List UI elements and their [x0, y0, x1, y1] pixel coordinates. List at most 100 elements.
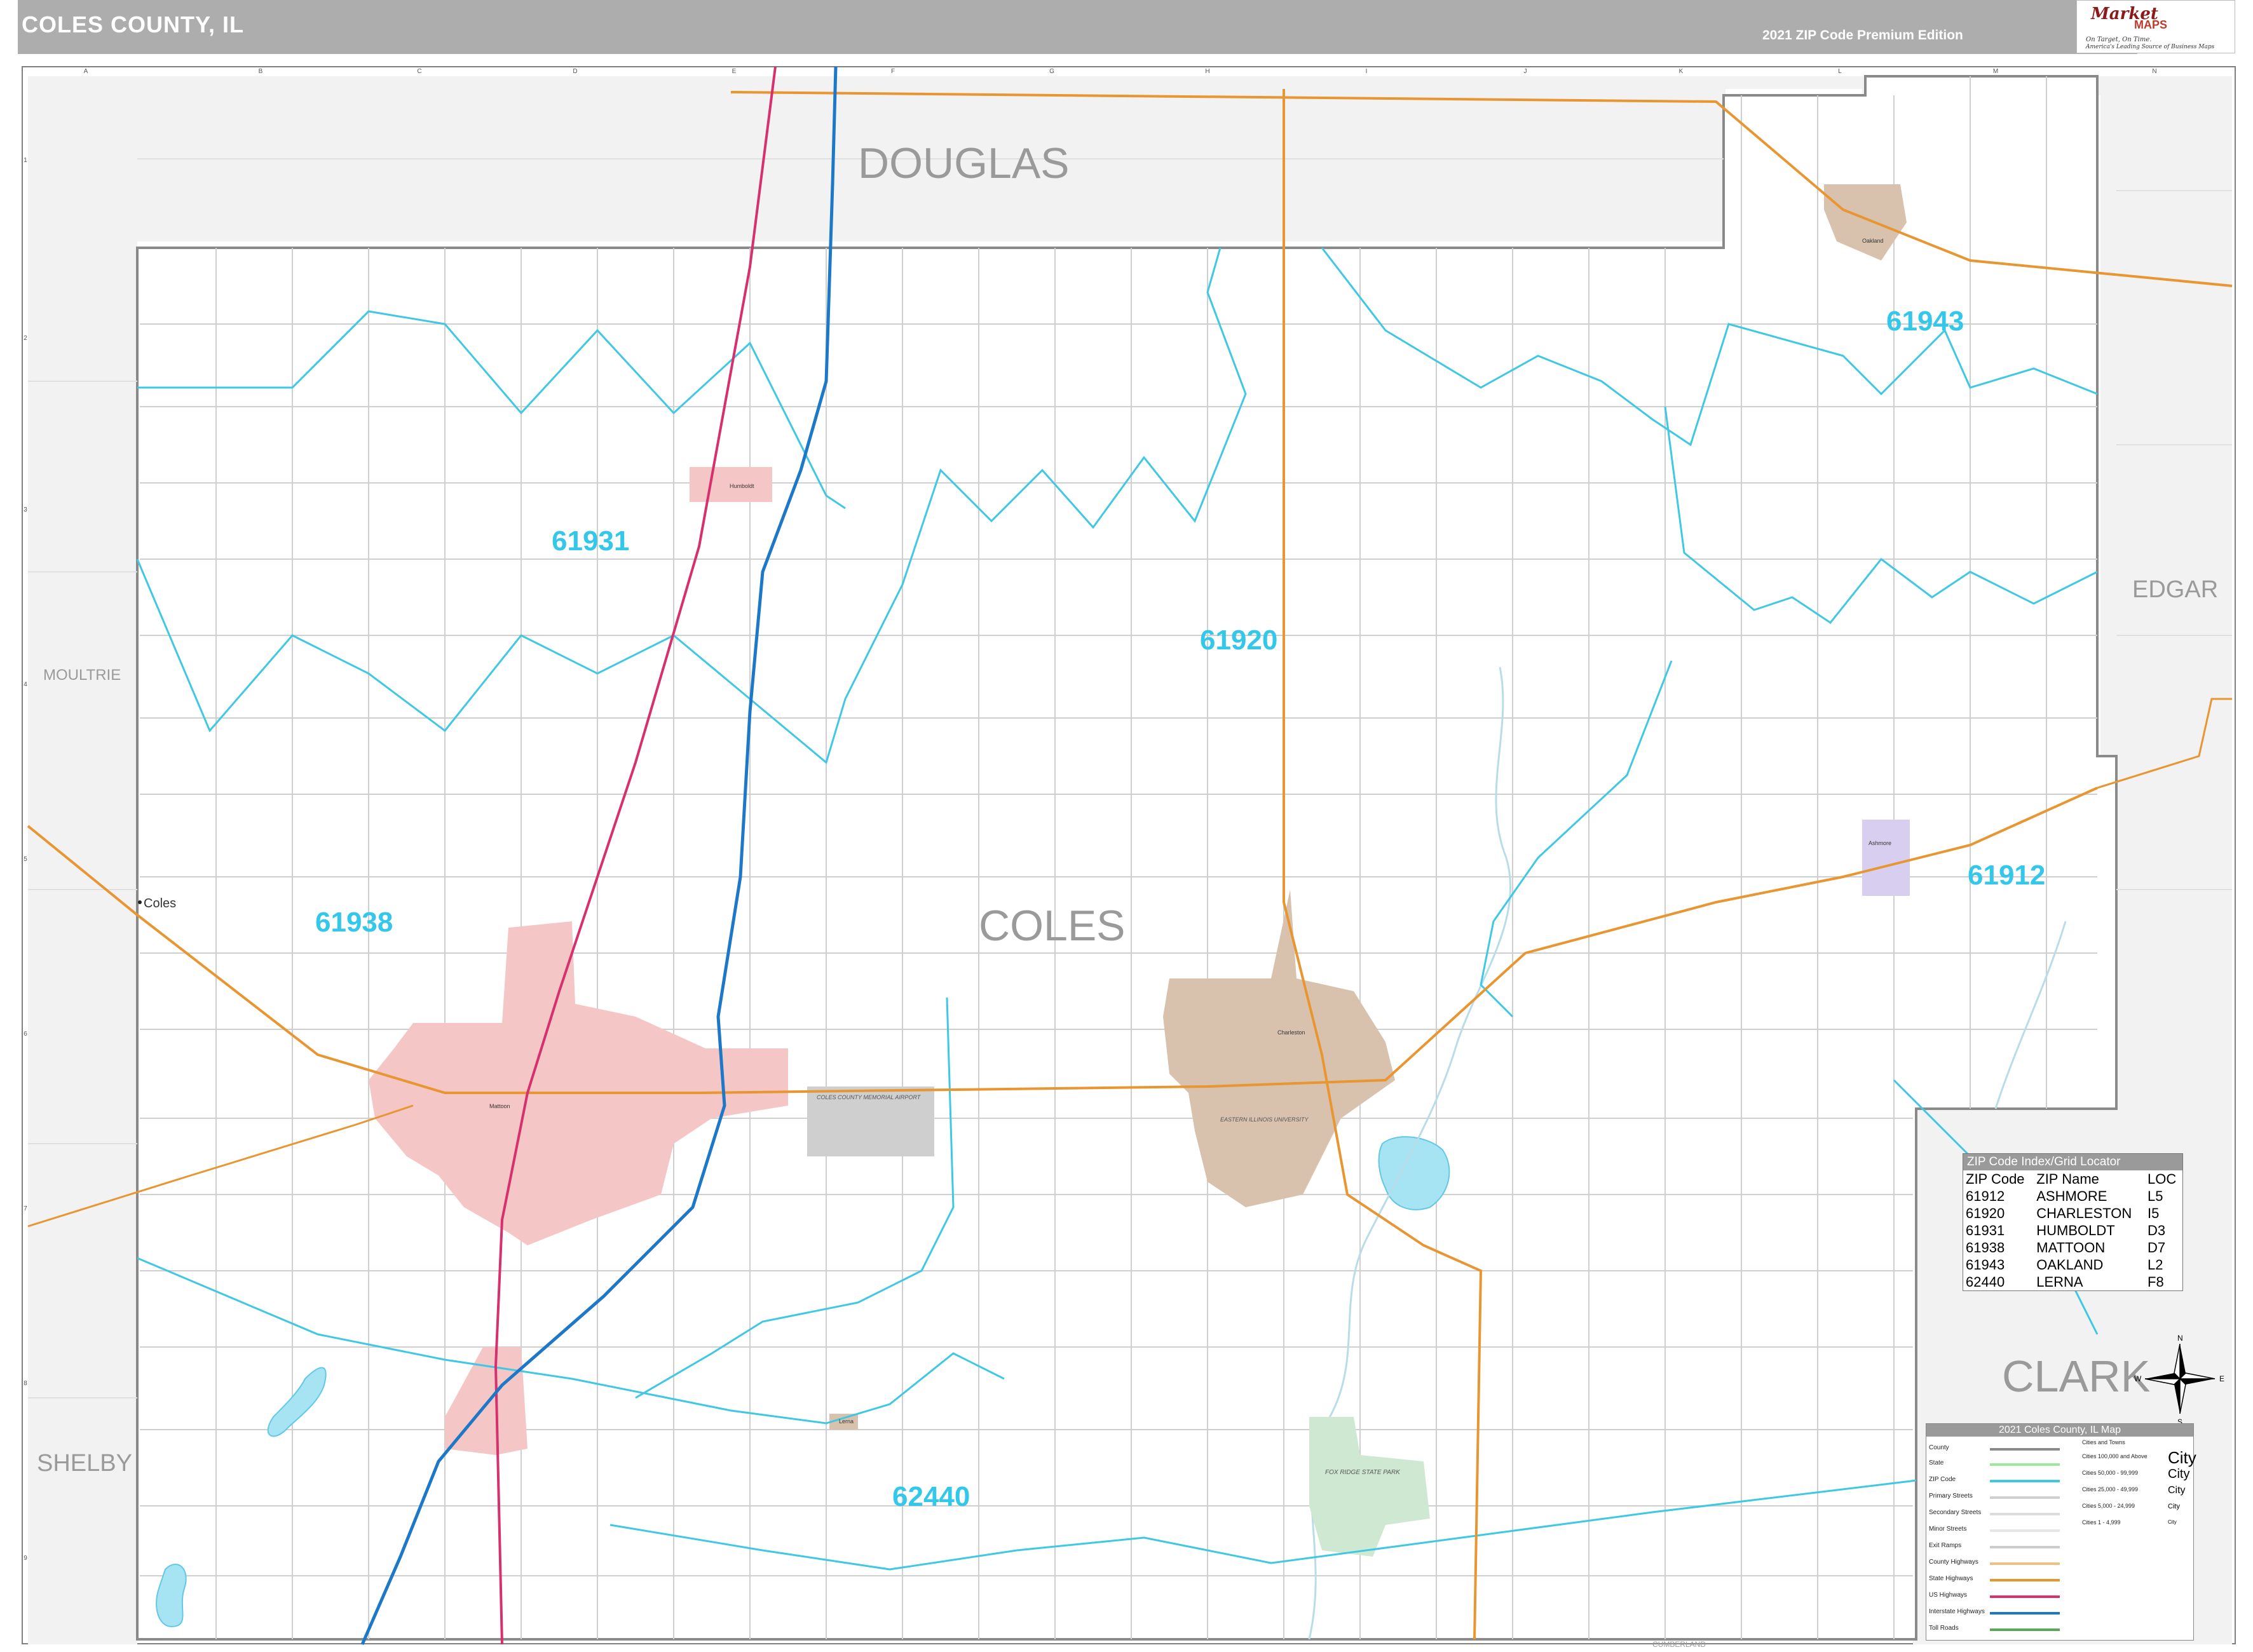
zip-index-row: 61943 OAKLAND L2	[1963, 1256, 2182, 1273]
zip-index-row: 61938 MATTOON D7	[1963, 1239, 2182, 1256]
zip-label-61938: 61938	[315, 907, 393, 938]
zip-index-name: LERNA	[2036, 1274, 2083, 1290]
zip-index-title: ZIP Code Index/Grid Locator	[1963, 1154, 2182, 1170]
map-canvas[interactable]: A B C D E F G H I J K L M N 1 2 3 4 5 6 …	[0, 0, 2253, 1652]
zip-index-zip: 62440	[1966, 1274, 2005, 1290]
grid-col-l: L	[1838, 68, 1842, 75]
map-legend: 2021 Coles County, IL Map County State Z…	[1926, 1423, 2196, 1641]
legend-city-class-5: Cities 1 - 4,999	[2082, 1519, 2121, 1526]
swatch-state-hwy	[1990, 1579, 2060, 1581]
zip-index-header-row: ZIP Code ZIP Name LOC	[1963, 1170, 2182, 1188]
swatch-primary	[1990, 1496, 2060, 1499]
swatch-county-hwy	[1990, 1562, 2060, 1565]
legend-item-toll: Toll Roads	[1929, 1625, 1959, 1632]
place-label-charleston: Charleston	[1277, 1029, 1305, 1036]
grid-row-8: 8	[24, 1380, 27, 1387]
legend-item-state: State	[1929, 1459, 1944, 1466]
legend-city-class-2: Cities 50,000 - 99,999	[2082, 1470, 2139, 1476]
grid-col-e: E	[732, 68, 737, 75]
grid-col-d: D	[573, 68, 577, 75]
compass-w: W	[2134, 1374, 2142, 1383]
swatch-ramps	[1990, 1546, 2060, 1548]
place-label-oakland: Oakland	[1862, 238, 1884, 244]
county-label-douglas: DOUGLAS	[858, 139, 1070, 187]
grid-col-h: H	[1205, 68, 1209, 75]
grid-col-n: N	[2152, 68, 2156, 75]
zip-index-name: HUMBOLDT	[2036, 1222, 2115, 1238]
place-label-mattoon: Mattoon	[489, 1103, 510, 1109]
legend-item-zip: ZIP Code	[1929, 1476, 1956, 1483]
zip-index-loc: D7	[2147, 1240, 2166, 1256]
place-label-coles: Coles	[144, 897, 176, 911]
legend-item-minor: Minor Streets	[1929, 1526, 1967, 1533]
swatch-zip	[1990, 1480, 2060, 1482]
legend-city-sample-3: City	[2168, 1485, 2186, 1496]
zip-label-62440: 62440	[892, 1481, 970, 1512]
moultrie-county-area	[28, 76, 137, 699]
zip-index-col-name: ZIP Name	[2036, 1171, 2099, 1187]
grid-row-7: 7	[24, 1205, 27, 1212]
legend-city-sample-5: City	[2168, 1519, 2177, 1525]
coles-dot	[138, 900, 142, 904]
zip-label-61931: 61931	[552, 525, 629, 557]
zip-index-zip: 61931	[1966, 1222, 2005, 1238]
place-label-humboldt: Humboldt	[730, 483, 754, 489]
place-label-airport: COLES COUNTY MEMORIAL AIRPORT	[817, 1094, 922, 1100]
grid-col-a: A	[84, 68, 88, 75]
zip-index-row: 61931 HUMBOLDT D3	[1963, 1222, 2182, 1239]
swatch-toll	[1990, 1628, 2060, 1631]
place-label-university: EASTERN ILLINOIS UNIVERSITY	[1220, 1116, 1309, 1123]
zip-label-61920: 61920	[1200, 625, 1277, 656]
county-label-coles: COLES	[979, 902, 1126, 950]
grid-col-j: J	[1524, 68, 1527, 75]
zip-index-loc: F8	[2147, 1274, 2164, 1290]
zip-index-loc: L2	[2147, 1257, 2163, 1273]
swatch-secondary	[1990, 1513, 2060, 1515]
swatch-minor	[1990, 1529, 2060, 1532]
grid-col-k: K	[1679, 68, 1684, 75]
swatch-us-hwy	[1990, 1595, 2060, 1598]
grid-row-9: 9	[24, 1555, 27, 1562]
grid-col-b: B	[259, 68, 263, 75]
legend-item-county-hwy: County Highways	[1929, 1559, 1978, 1566]
county-label-cumberland: CUMBERLAND	[1652, 1640, 1706, 1649]
zip-label-61943: 61943	[1886, 306, 1964, 337]
grid-row-5: 5	[24, 856, 27, 863]
legend-item-county: County	[1929, 1444, 1949, 1451]
zip-index-zip: 61943	[1966, 1257, 2005, 1273]
county-label-clark: CLARK	[2002, 1351, 2150, 1401]
grid-row-2: 2	[24, 335, 27, 342]
grid-col-m: M	[1993, 68, 1998, 75]
grid-row-1: 1	[24, 157, 27, 164]
legend-city-class-4: Cities 5,000 - 24,999	[2082, 1503, 2135, 1509]
county-label-moultrie: MOULTRIE	[43, 667, 121, 684]
legend-item-state-hwy: State Highways	[1929, 1575, 1973, 1582]
place-label-park: FOX RIDGE STATE PARK	[1325, 1469, 1401, 1476]
legend-city-sample-1: City	[2168, 1448, 2196, 1467]
zip-index-name: CHARLESTON	[2036, 1205, 2132, 1221]
grid-row-6: 6	[24, 1031, 27, 1038]
zip-code-index: ZIP Code Index/Grid Locator ZIP Code ZIP…	[1963, 1153, 2183, 1291]
grid-col-g: G	[1049, 68, 1054, 75]
coles-county-area	[136, 75, 2118, 1641]
zip-index-loc: L5	[2147, 1188, 2163, 1204]
place-label-lerna: Lerna	[839, 1418, 854, 1425]
zip-index-row: 61912 ASHMORE L5	[1963, 1188, 2182, 1205]
zip-index-name: ASHMORE	[2036, 1188, 2107, 1204]
swatch-state	[1990, 1463, 2060, 1466]
county-label-shelby: SHELBY	[37, 1450, 132, 1477]
grid-col-c: C	[417, 68, 421, 75]
zip-index-row: 61920 CHARLESTON I5	[1963, 1205, 2182, 1222]
legend-item-primary: Primary Streets	[1929, 1493, 1973, 1500]
legend-item-secondary: Secondary Streets	[1929, 1509, 1982, 1516]
legend-item-us-hwy: US Highways	[1929, 1592, 1968, 1599]
zip-index-col-loc: LOC	[2147, 1171, 2177, 1187]
legend-city-sample-4: City	[2168, 1503, 2180, 1510]
zip-label-61912: 61912	[1968, 860, 2045, 891]
zip-index-zip: 61938	[1966, 1240, 2005, 1256]
compass-n: N	[2177, 1334, 2183, 1343]
legend-title: 2021 Coles County, IL Map	[1926, 1424, 2193, 1437]
zip-index-loc: I5	[2147, 1205, 2160, 1221]
swatch-interstate	[1990, 1612, 2060, 1615]
legend-city-class-3: Cities 25,000 - 49,999	[2082, 1486, 2139, 1493]
